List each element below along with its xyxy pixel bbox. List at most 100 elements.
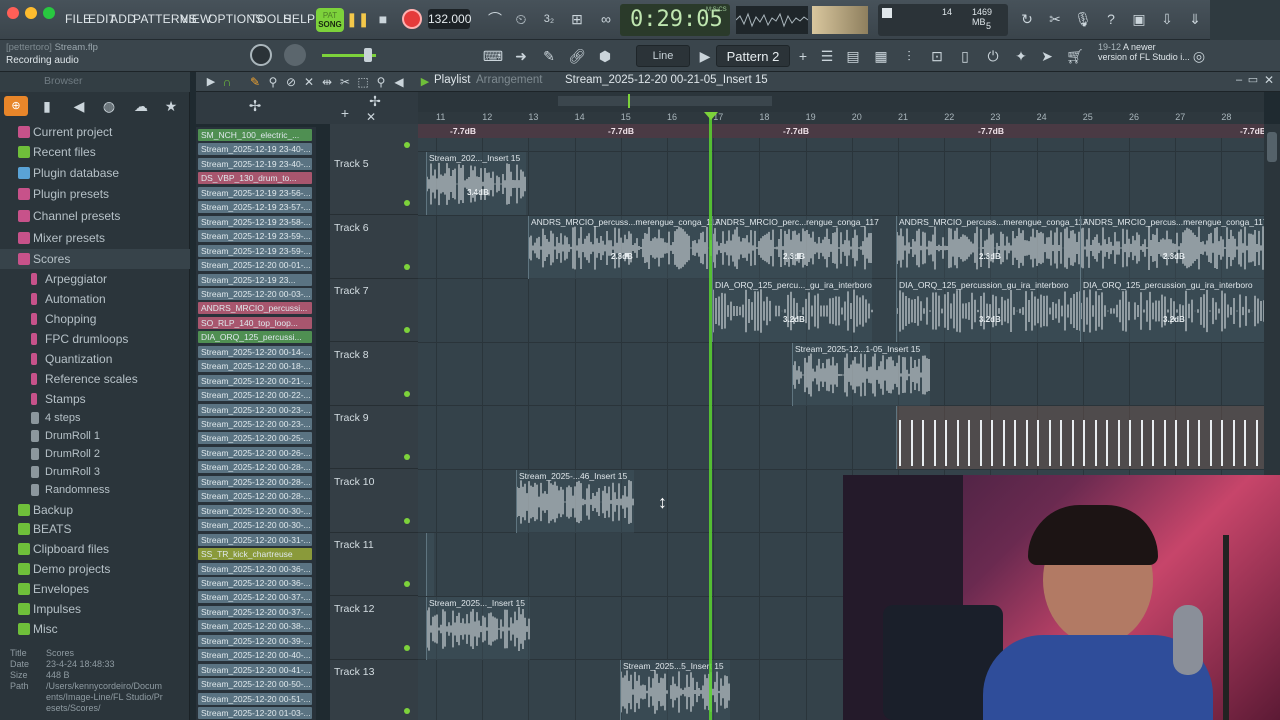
add-pattern-icon[interactable]: + — [792, 45, 814, 67]
pattern-picker-item[interactable]: Stream_2025-12-20 00-28-... — [198, 490, 312, 503]
plug-icon[interactable]: ⏻ — [982, 45, 1004, 67]
piano-roll-icon[interactable]: ▤ — [842, 45, 864, 67]
tools-icon[interactable]: ✂ — [1044, 8, 1066, 30]
track-header[interactable]: Track 11 — [330, 533, 418, 596]
browser-sub-chopping[interactable]: Chopping — [0, 309, 190, 329]
arrow-right-icon[interactable]: ➜ — [510, 45, 532, 67]
browser-item-misc[interactable]: Misc — [0, 619, 190, 639]
pattern-picker-item[interactable]: Stream_2025-12-20 00-21-... — [198, 374, 312, 387]
menu-view[interactable]: VIEW — [180, 12, 211, 26]
browser-star-icon[interactable]: ★ — [160, 95, 182, 117]
browser-sub-stamps[interactable]: Stamps — [0, 389, 190, 409]
pattern-picker-item[interactable]: Stream_2025-12-20 00-22-... — [198, 389, 312, 402]
browser-item-envelopes[interactable]: Envelopes — [0, 579, 190, 599]
pattern-picker-item[interactable]: Stream_2025-12-20 00-38-... — [198, 620, 312, 633]
pattern-picker-item[interactable]: Stream_2025-12-20 00-23-... — [198, 403, 312, 416]
pattern-picker-item[interactable]: Stream_2025-12-20 00-14-... — [198, 345, 312, 358]
track-mute-led[interactable] — [404, 200, 410, 206]
channel-rack-icon[interactable]: ▦ — [870, 45, 892, 67]
audio-clip[interactable]: DIA_ORQ_125_percussion_gu_ira_interboro 3… — [1080, 279, 1264, 342]
browser-file-drumroll-3[interactable]: DrumRoll 3 — [0, 462, 190, 482]
pattern-picker-item[interactable]: SM_NCH_100_electric_... — [198, 129, 312, 141]
pattern-picker-item[interactable]: Stream_2025-12-19 23-59-... — [198, 244, 312, 257]
plugin-icon[interactable]: ⊡ — [926, 45, 948, 67]
automation-clip[interactable]: -7.7dB -7.7dB -7.7dB -7.7dB -7.7dB — [418, 124, 1264, 138]
timeline-overview[interactable] — [418, 92, 1264, 112]
pattern-picker-item[interactable]: Stream_2025-12-20 00-37-... — [198, 591, 312, 604]
browser-item-impulses[interactable]: Impulses — [0, 599, 190, 619]
browser-file-drumroll-1[interactable]: DrumRoll 1 — [0, 426, 190, 446]
browser-sub-quantization[interactable]: Quantization — [0, 349, 190, 369]
pattern-picker-item[interactable]: Stream_2025-12-19 23... — [198, 273, 312, 286]
pattern-picker-item[interactable]: DIA_ORQ_125_percussi... — [198, 331, 312, 344]
close-icon[interactable]: ✕ — [1258, 69, 1280, 91]
browser-sub-reference-scales[interactable]: Reference scales — [0, 369, 190, 389]
play-pattern-icon[interactable]: ▶ — [694, 45, 716, 67]
arrow-icon[interactable]: ➤ — [1036, 45, 1058, 67]
browser-file-randomness[interactable]: Randomness — [0, 480, 190, 500]
pattern-picker-item[interactable]: Stream_2025-12-20 00-39-... — [198, 634, 312, 647]
audio-clip[interactable]: Stream_2025-12...1-05_Insert 15 — [792, 342, 930, 406]
pattern-picker-item[interactable]: Stream_2025-12-19 23-40-... — [198, 143, 312, 156]
browser-sub-automation[interactable]: Automation — [0, 289, 190, 309]
song-mode-toggle[interactable]: PAT SONG — [316, 8, 344, 32]
magnet-icon[interactable]: ∩ — [216, 71, 238, 93]
pattern-picker-item[interactable]: Stream_2025-12-20 00-28-... — [198, 461, 312, 474]
picker-arrows-icon[interactable]: ✢ — [244, 96, 266, 118]
track-mute-led[interactable] — [404, 517, 410, 524]
track-mute-led[interactable] — [404, 454, 410, 460]
zoom-window-button[interactable] — [43, 7, 55, 19]
browser-item-beats[interactable]: BEATS — [0, 519, 190, 539]
export-icon[interactable]: ⇓ — [1184, 8, 1206, 30]
pattern-picker-item[interactable]: SO_RLP_140_top_loop... — [198, 316, 312, 329]
track-mute-led[interactable] — [404, 581, 410, 587]
browser-plugin-icon[interactable]: ◍ — [98, 95, 120, 117]
shop-icon[interactable]: 🛒︎ — [1064, 45, 1086, 67]
audio-clip[interactable]: Stream_202..._Insert 15 3.4dB — [426, 152, 526, 215]
track-header[interactable]: Track 10 — [330, 470, 418, 533]
minimize-window-button[interactable] — [25, 7, 37, 19]
browser-file-4-steps[interactable]: 4 steps — [0, 408, 190, 428]
microphone-icon[interactable]: 🎙︎ — [1072, 8, 1094, 30]
pattern-picker-item[interactable]: Stream_2025-12-20 00-30-... — [198, 519, 312, 532]
pause-icon[interactable]: ❚❚ — [346, 8, 369, 30]
pattern-picker-item[interactable]: Stream_2025-12-20 00-36-... — [198, 576, 312, 589]
playhead[interactable] — [709, 112, 712, 720]
snap-select[interactable]: Line — [636, 45, 690, 67]
track-header[interactable]: Track 5 — [330, 152, 418, 215]
pattern-picker-item[interactable]: Stream_2025-12-20 00-51-... — [198, 692, 312, 705]
pattern-select[interactable]: Pattern 2 — [716, 45, 790, 67]
playlist-play-icon[interactable]: ▶ — [414, 71, 436, 93]
save-icon[interactable]: ▣ — [1128, 8, 1150, 30]
time-display[interactable]: 0:29:05 M:S:CS — [620, 4, 730, 36]
pattern-picker-item[interactable]: DS_VBP_130_drum_to... — [198, 172, 312, 185]
pattern-picker-item[interactable]: Stream_2025-12-20 00-37-... — [198, 605, 312, 618]
browser-all-tab[interactable]: ⊕ — [4, 96, 28, 116]
browser-item-current-project[interactable]: Current project — [0, 122, 190, 142]
browser-speaker-icon[interactable]: ◀ — [68, 95, 90, 117]
track-mute-led[interactable] — [404, 708, 410, 714]
audio-clip[interactable]: Stream_2025...5_Insert 15 — [620, 660, 730, 720]
pattern-picker-item[interactable]: Stream_2025-12-20 00-01-... — [198, 259, 312, 272]
master-pitch-knob[interactable] — [250, 44, 272, 66]
track-header[interactable]: Track 13 — [330, 660, 418, 720]
timeline-ruler[interactable]: 11 12 13 14 15 16 17 18 19 20 21 22 23 24 25 26 27 28 — [418, 112, 1264, 124]
track-mute-led[interactable] — [404, 644, 410, 651]
pattern-picker-item[interactable]: Stream_2025-12-20 00-36-... — [198, 562, 312, 575]
browser-file-drumroll-2[interactable]: DrumRoll 2 — [0, 444, 190, 464]
stop-icon[interactable]: ■ — [372, 8, 394, 30]
master-volume-knob[interactable] — [284, 44, 306, 66]
step-edit-icon[interactable]: ⊞ — [566, 8, 588, 30]
pattern-picker-item[interactable]: ANDRS_MRCIO_percussi... — [198, 302, 312, 315]
browser-item-recent-files[interactable]: Recent files — [0, 142, 190, 162]
pencil-icon[interactable]: ✎ — [538, 45, 560, 67]
browser-cloud-icon[interactable]: ☁ — [130, 95, 152, 117]
news-panel[interactable]: 19-12 A newer version of FL Studio i... — [1098, 42, 1190, 62]
audio-clip[interactable] — [426, 533, 434, 596]
pattern-picker-item[interactable]: Stream_2025-12-20 00-03-... — [198, 287, 312, 300]
track-lane[interactable] — [418, 153, 1264, 216]
track-header[interactable]: Track 9 — [330, 406, 418, 469]
pattern-picker-item[interactable]: Stream_2025-12-19 23-57-... — [198, 201, 312, 214]
browser-item-plugin-presets[interactable]: Plugin presets — [0, 184, 190, 204]
countdown-icon[interactable]: 3₂ — [538, 8, 560, 30]
